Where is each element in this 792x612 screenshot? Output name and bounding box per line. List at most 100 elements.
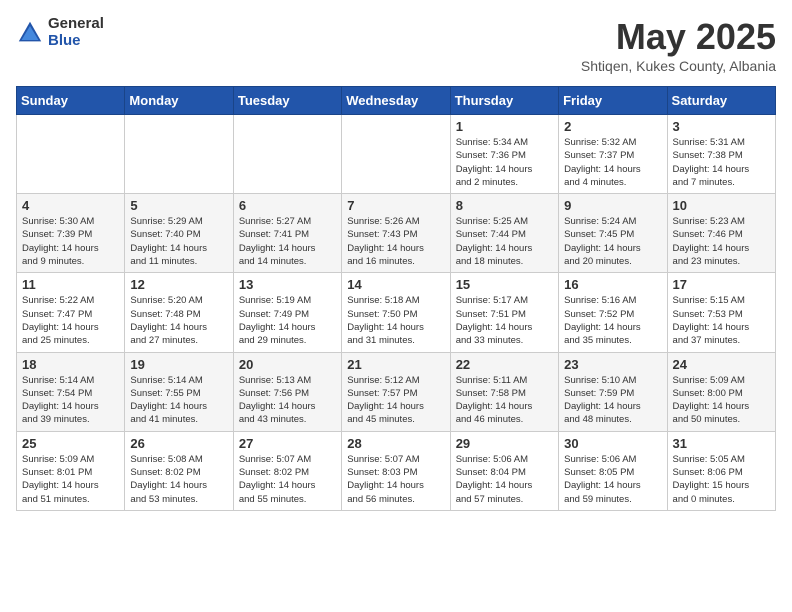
day-number: 29	[456, 436, 553, 451]
day-info: Sunrise: 5:05 AM Sunset: 8:06 PM Dayligh…	[673, 453, 770, 506]
week-row-3: 11 Sunrise: 5:22 AM Sunset: 7:47 PM Dayli…	[17, 273, 776, 352]
calendar-cell: 7 Sunrise: 5:26 AM Sunset: 7:43 PM Daylig…	[342, 194, 450, 273]
weekday-header-monday: Monday	[125, 87, 233, 115]
calendar-cell: 14 Sunrise: 5:18 AM Sunset: 7:50 PM Dayli…	[342, 273, 450, 352]
day-number: 23	[564, 357, 661, 372]
calendar-cell: 3 Sunrise: 5:31 AM Sunset: 7:38 PM Daylig…	[667, 115, 775, 194]
logo-blue-text: Blue	[48, 33, 104, 50]
calendar-cell	[125, 115, 233, 194]
day-info: Sunrise: 5:34 AM Sunset: 7:36 PM Dayligh…	[456, 136, 553, 189]
day-number: 6	[239, 198, 336, 213]
weekday-header-row: SundayMondayTuesdayWednesdayThursdayFrid…	[17, 87, 776, 115]
day-number: 3	[673, 119, 770, 134]
page-header: General Blue May 2025 Shtiqen, Kukes Cou…	[16, 16, 776, 74]
day-info: Sunrise: 5:17 AM Sunset: 7:51 PM Dayligh…	[456, 294, 553, 347]
day-number: 28	[347, 436, 444, 451]
calendar-cell: 21Sunrise: 5:12 AM Sunset: 7:57 PM Dayli…	[342, 352, 450, 431]
calendar-cell: 10 Sunrise: 5:23 AM Sunset: 7:46 PM Dayli…	[667, 194, 775, 273]
day-number: 31	[673, 436, 770, 451]
day-number: 12	[130, 277, 227, 292]
day-number: 24	[673, 357, 770, 372]
calendar-cell: 8Sunrise: 5:25 AM Sunset: 7:44 PM Daylig…	[450, 194, 558, 273]
day-number: 17	[673, 277, 770, 292]
day-info: Sunrise: 5:19 AM Sunset: 7:49 PM Dayligh…	[239, 294, 336, 347]
day-info: Sunrise: 5:09 AM Sunset: 8:01 PM Dayligh…	[22, 453, 119, 506]
calendar-cell: 22 Sunrise: 5:11 AM Sunset: 7:58 PM Dayli…	[450, 352, 558, 431]
day-number: 25	[22, 436, 119, 451]
day-info: Sunrise: 5:09 AM Sunset: 8:00 PM Dayligh…	[673, 374, 770, 427]
calendar-cell: 13Sunrise: 5:19 AM Sunset: 7:49 PM Dayli…	[233, 273, 341, 352]
day-info: Sunrise: 5:14 AM Sunset: 7:54 PM Dayligh…	[22, 374, 119, 427]
day-number: 4	[22, 198, 119, 213]
week-row-2: 4 Sunrise: 5:30 AM Sunset: 7:39 PM Daylig…	[17, 194, 776, 273]
calendar-cell: 23Sunrise: 5:10 AM Sunset: 7:59 PM Dayli…	[559, 352, 667, 431]
day-info: Sunrise: 5:30 AM Sunset: 7:39 PM Dayligh…	[22, 215, 119, 268]
calendar-cell: 6Sunrise: 5:27 AM Sunset: 7:41 PM Daylig…	[233, 194, 341, 273]
calendar-cell: 20Sunrise: 5:13 AM Sunset: 7:56 PM Dayli…	[233, 352, 341, 431]
calendar-cell: 30Sunrise: 5:06 AM Sunset: 8:05 PM Dayli…	[559, 431, 667, 510]
day-info: Sunrise: 5:31 AM Sunset: 7:38 PM Dayligh…	[673, 136, 770, 189]
calendar-cell: 29Sunrise: 5:06 AM Sunset: 8:04 PM Dayli…	[450, 431, 558, 510]
day-info: Sunrise: 5:26 AM Sunset: 7:43 PM Dayligh…	[347, 215, 444, 268]
calendar-cell: 27 Sunrise: 5:07 AM Sunset: 8:02 PM Dayli…	[233, 431, 341, 510]
day-number: 15	[456, 277, 553, 292]
logo-text: General Blue	[48, 16, 104, 49]
calendar-cell	[233, 115, 341, 194]
day-number: 1	[456, 119, 553, 134]
day-info: Sunrise: 5:08 AM Sunset: 8:02 PM Dayligh…	[130, 453, 227, 506]
weekday-header-tuesday: Tuesday	[233, 87, 341, 115]
week-row-5: 25 Sunrise: 5:09 AM Sunset: 8:01 PM Dayli…	[17, 431, 776, 510]
day-number: 11	[22, 277, 119, 292]
day-number: 7	[347, 198, 444, 213]
calendar-cell: 2Sunrise: 5:32 AM Sunset: 7:37 PM Daylig…	[559, 115, 667, 194]
weekday-header-sunday: Sunday	[17, 87, 125, 115]
day-number: 8	[456, 198, 553, 213]
day-info: Sunrise: 5:16 AM Sunset: 7:52 PM Dayligh…	[564, 294, 661, 347]
calendar-title: May 2025	[581, 16, 776, 58]
day-info: Sunrise: 5:07 AM Sunset: 8:02 PM Dayligh…	[239, 453, 336, 506]
day-info: Sunrise: 5:18 AM Sunset: 7:50 PM Dayligh…	[347, 294, 444, 347]
logo: General Blue	[16, 16, 104, 49]
day-number: 27	[239, 436, 336, 451]
day-info: Sunrise: 5:07 AM Sunset: 8:03 PM Dayligh…	[347, 453, 444, 506]
calendar-cell: 31 Sunrise: 5:05 AM Sunset: 8:06 PM Dayli…	[667, 431, 775, 510]
calendar-cell: 4 Sunrise: 5:30 AM Sunset: 7:39 PM Daylig…	[17, 194, 125, 273]
logo-icon	[16, 19, 44, 47]
day-number: 5	[130, 198, 227, 213]
week-row-1: 1 Sunrise: 5:34 AM Sunset: 7:36 PM Daylig…	[17, 115, 776, 194]
day-number: 14	[347, 277, 444, 292]
title-block: May 2025 Shtiqen, Kukes County, Albania	[581, 16, 776, 74]
calendar-cell: 26Sunrise: 5:08 AM Sunset: 8:02 PM Dayli…	[125, 431, 233, 510]
calendar-cell: 1 Sunrise: 5:34 AM Sunset: 7:36 PM Daylig…	[450, 115, 558, 194]
calendar-subtitle: Shtiqen, Kukes County, Albania	[581, 58, 776, 74]
day-info: Sunrise: 5:22 AM Sunset: 7:47 PM Dayligh…	[22, 294, 119, 347]
day-number: 10	[673, 198, 770, 213]
calendar-cell	[17, 115, 125, 194]
calendar-cell: 28 Sunrise: 5:07 AM Sunset: 8:03 PM Dayli…	[342, 431, 450, 510]
day-info: Sunrise: 5:23 AM Sunset: 7:46 PM Dayligh…	[673, 215, 770, 268]
day-info: Sunrise: 5:20 AM Sunset: 7:48 PM Dayligh…	[130, 294, 227, 347]
calendar-cell: 19 Sunrise: 5:14 AM Sunset: 7:55 PM Dayli…	[125, 352, 233, 431]
calendar-cell: 17Sunrise: 5:15 AM Sunset: 7:53 PM Dayli…	[667, 273, 775, 352]
day-info: Sunrise: 5:32 AM Sunset: 7:37 PM Dayligh…	[564, 136, 661, 189]
day-info: Sunrise: 5:24 AM Sunset: 7:45 PM Dayligh…	[564, 215, 661, 268]
calendar-cell: 15 Sunrise: 5:17 AM Sunset: 7:51 PM Dayli…	[450, 273, 558, 352]
calendar-cell: 12 Sunrise: 5:20 AM Sunset: 7:48 PM Dayli…	[125, 273, 233, 352]
day-number: 16	[564, 277, 661, 292]
calendar-cell: 5 Sunrise: 5:29 AM Sunset: 7:40 PM Daylig…	[125, 194, 233, 273]
day-number: 22	[456, 357, 553, 372]
calendar-cell: 9 Sunrise: 5:24 AM Sunset: 7:45 PM Daylig…	[559, 194, 667, 273]
day-number: 19	[130, 357, 227, 372]
day-number: 30	[564, 436, 661, 451]
weekday-header-wednesday: Wednesday	[342, 87, 450, 115]
day-number: 9	[564, 198, 661, 213]
day-info: Sunrise: 5:14 AM Sunset: 7:55 PM Dayligh…	[130, 374, 227, 427]
weekday-header-saturday: Saturday	[667, 87, 775, 115]
day-info: Sunrise: 5:12 AM Sunset: 7:57 PM Dayligh…	[347, 374, 444, 427]
day-info: Sunrise: 5:11 AM Sunset: 7:58 PM Dayligh…	[456, 374, 553, 427]
calendar-cell: 11 Sunrise: 5:22 AM Sunset: 7:47 PM Dayli…	[17, 273, 125, 352]
calendar-table: SundayMondayTuesdayWednesdayThursdayFrid…	[16, 86, 776, 511]
week-row-4: 18Sunrise: 5:14 AM Sunset: 7:54 PM Dayli…	[17, 352, 776, 431]
day-info: Sunrise: 5:29 AM Sunset: 7:40 PM Dayligh…	[130, 215, 227, 268]
weekday-header-thursday: Thursday	[450, 87, 558, 115]
